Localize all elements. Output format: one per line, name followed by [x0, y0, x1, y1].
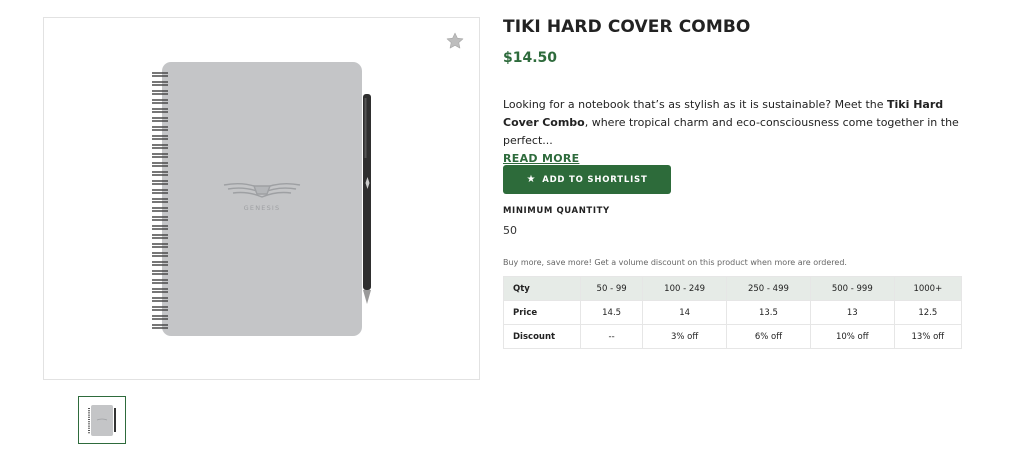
volume-pricing-table: Qty 50 - 99 100 - 249 250 - 499 500 - 99…	[503, 276, 963, 349]
table-cell: 13% off	[893, 324, 963, 349]
minimum-quantity-value: 50	[503, 224, 517, 237]
add-to-shortlist-label: ADD TO SHORTLIST	[542, 174, 648, 185]
description-intro: Looking for a notebook that’s as stylish…	[503, 98, 888, 111]
table-cell: --	[579, 324, 644, 349]
table-header-cell: 1000+	[893, 276, 963, 301]
table-cell: 14.5	[579, 300, 644, 325]
description-product-name-2: Combo	[542, 116, 585, 129]
product-description: Looking for a notebook that’s as stylish…	[503, 96, 965, 168]
product-image-gallery: GENESIS	[43, 17, 480, 380]
minimum-quantity-label: MINIMUM QUANTITY	[503, 206, 610, 216]
product-title: TIKI HARD COVER COMBO	[503, 17, 751, 37]
table-cell: 14	[642, 300, 728, 325]
favorite-star-icon[interactable]	[445, 31, 465, 51]
add-to-shortlist-button[interactable]: ★ ADD TO SHORTLIST	[503, 165, 671, 194]
table-row: Price 14.5 14 13.5 13 12.5	[503, 300, 963, 325]
table-cell: 13	[809, 300, 895, 325]
table-header-cell: 500 - 999	[809, 276, 895, 301]
table-cell: Discount	[503, 324, 581, 349]
star-icon: ★	[526, 173, 537, 185]
volume-discount-note: Buy more, save more! Get a volume discou…	[503, 258, 847, 267]
product-thumbnail[interactable]	[78, 396, 126, 444]
table-cell: 10% off	[809, 324, 895, 349]
table-cell: 12.5	[893, 300, 963, 325]
product-price: $14.50	[503, 50, 558, 66]
table-cell: Price	[503, 300, 581, 325]
table-header-cell: 100 - 249	[642, 276, 728, 301]
table-header-cell: Qty	[503, 276, 581, 301]
thumbnail-image	[88, 405, 116, 436]
table-header-row: Qty 50 - 99 100 - 249 250 - 499 500 - 99…	[503, 276, 963, 301]
table-row: Discount -- 3% off 6% off 10% off 13% of…	[503, 324, 963, 349]
table-cell: 3% off	[642, 324, 728, 349]
table-cell: 13.5	[726, 300, 811, 325]
svg-text:GENESIS: GENESIS	[244, 204, 281, 212]
table-header-cell: 250 - 499	[726, 276, 811, 301]
table-cell: 6% off	[726, 324, 811, 349]
product-main-image: GENESIS	[152, 62, 371, 336]
table-header-cell: 50 - 99	[579, 276, 644, 301]
